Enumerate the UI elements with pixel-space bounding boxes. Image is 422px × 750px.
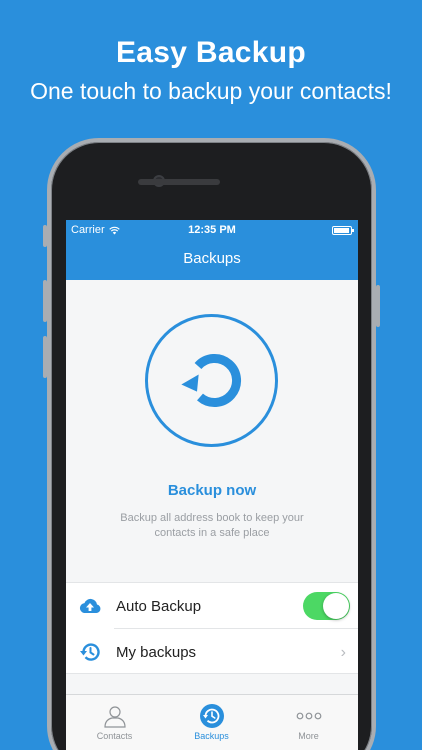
chevron-right-icon: › (340, 644, 346, 661)
phone-power-button (376, 285, 380, 327)
clock-icon (200, 704, 224, 728)
tab-label: More (298, 731, 319, 741)
history-icon (80, 643, 100, 661)
backup-description: Backup all address book to keep your con… (120, 512, 304, 539)
tab-contacts[interactable]: Contacts (66, 695, 163, 750)
status-time: 12:35 PM (188, 224, 236, 236)
toggle-knob (323, 593, 349, 619)
cloud-upload-icon (79, 598, 101, 613)
earpiece-speaker (138, 179, 220, 185)
backup-refresh-icon (181, 354, 242, 407)
navigation-bar: Carrier 12:35 PM Backups (66, 220, 358, 280)
auto-backup-toggle[interactable] (303, 592, 350, 620)
my-backups-row[interactable]: My backups › (66, 629, 358, 675)
phone-mute-switch (43, 225, 47, 247)
tab-label: Backups (194, 731, 229, 741)
my-backups-label: My backups (116, 643, 197, 661)
phone-volume-down (43, 336, 47, 378)
backup-now-button[interactable] (144, 313, 279, 448)
more-dots-icon (296, 712, 322, 720)
app-screen: Carrier 12:35 PM Backups Backup now Back… (66, 220, 358, 750)
tab-label: Contacts (96, 731, 133, 741)
tab-backups[interactable]: Backups (163, 695, 260, 750)
tab-more[interactable]: More (260, 695, 357, 750)
phone-volume-up (43, 280, 47, 322)
backup-now-label[interactable]: Backup now (66, 482, 358, 499)
auto-backup-row: Auto Backup (66, 583, 358, 629)
settings-list: Auto Backup My backups › (66, 582, 358, 674)
promo-headline: Easy Backup (115, 36, 307, 69)
tab-bar: Contacts Backups More (66, 694, 358, 750)
auto-backup-label: Auto Backup (116, 597, 202, 615)
battery-icon (332, 226, 354, 235)
person-icon (104, 706, 126, 728)
promo-subhead: One touch to backup your contacts! (30, 78, 392, 104)
nav-title: Backups (183, 250, 241, 267)
